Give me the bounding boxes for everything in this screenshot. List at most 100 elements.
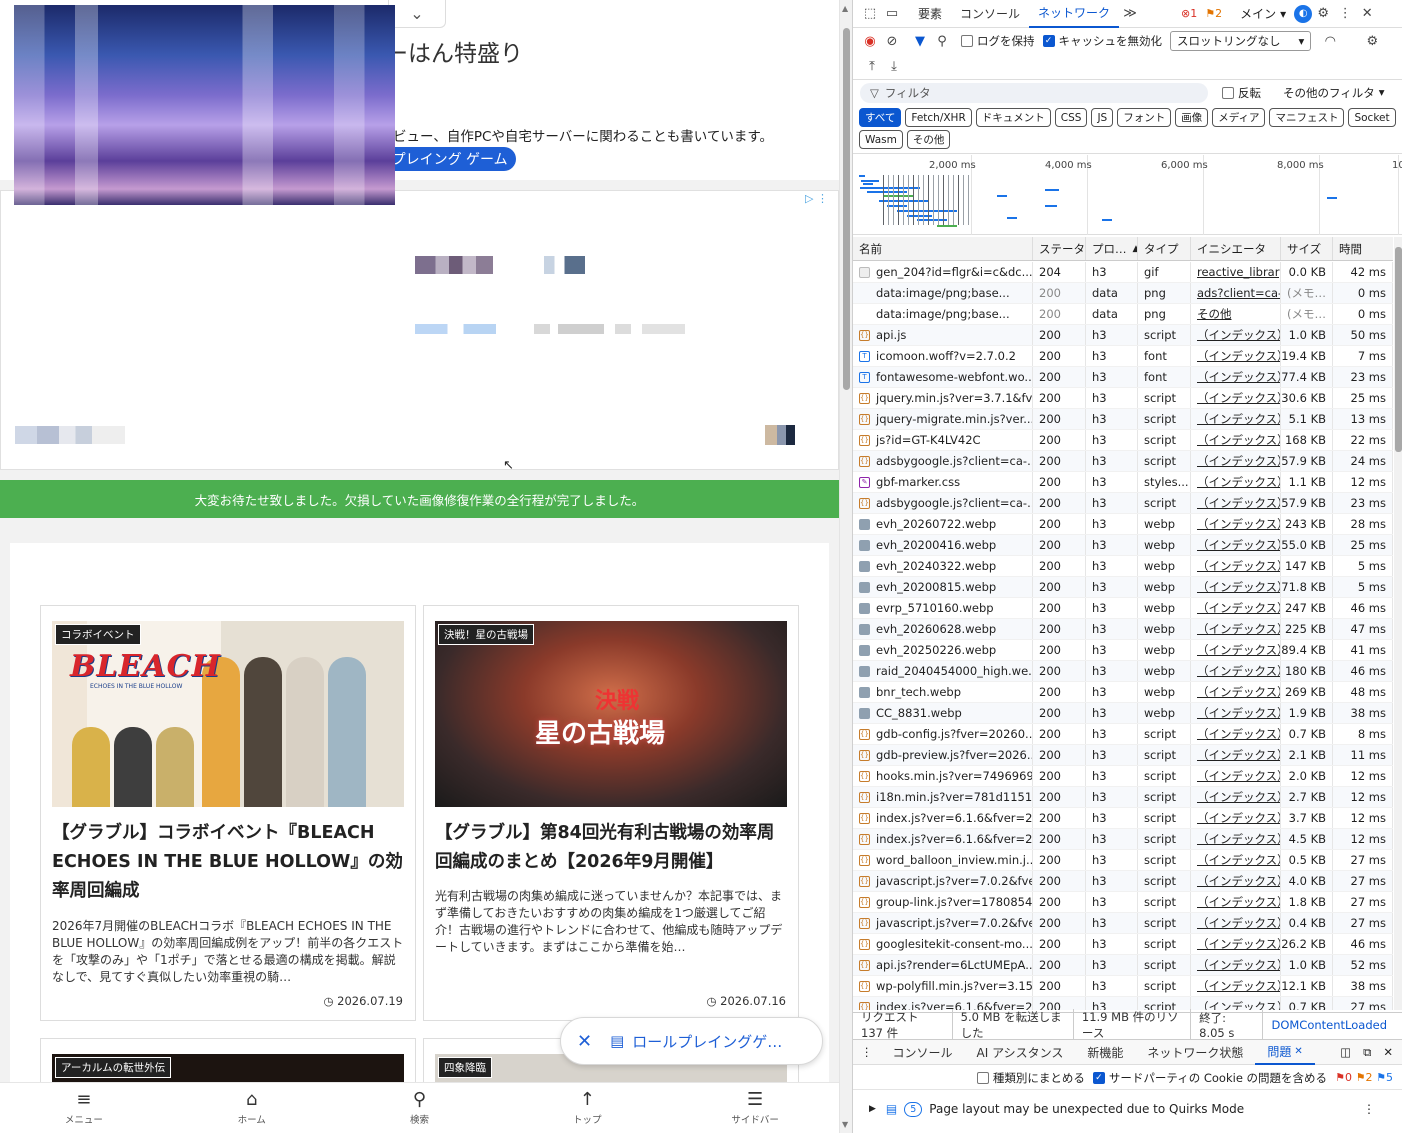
tab-network[interactable]: ネットワーク	[1029, 0, 1120, 28]
request-row[interactable]: evh_20200815.webp 200h3webp（インデックス）:471.8…	[853, 577, 1393, 598]
request-initiator-cell[interactable]: （インデックス）:4	[1191, 514, 1281, 534]
request-name-cell[interactable]: evh_20240322.webp	[853, 556, 1033, 576]
search-icon[interactable]: ⚲	[931, 30, 953, 52]
request-name-cell[interactable]: {} wp-polyfill.min.js?ver=3.15...	[853, 976, 1033, 996]
column-type[interactable]: タイプ	[1138, 237, 1191, 260]
ad-choices-icon[interactable]: ▷ ⋮	[805, 192, 828, 205]
request-initiator-cell[interactable]: （インデックス）:1	[1191, 934, 1281, 954]
article-card[interactable]: 決戦 星の古戦場 決戦！星の古戦場 【グラブル】第84回光有利古戦場の効率周回編…	[423, 605, 799, 1021]
request-name-cell[interactable]: evrp_5710160.webp	[853, 598, 1033, 618]
type-filter-button[interactable]: Wasm	[859, 130, 903, 149]
type-filter-button[interactable]: その他	[906, 130, 951, 149]
dock-icon[interactable]: ◫	[1334, 1045, 1357, 1059]
request-name-cell[interactable]: {} adsbygoogle.js?client=ca-...	[853, 493, 1033, 513]
request-name-cell[interactable]: {} adsbygoogle.js?client=ca-...	[853, 451, 1033, 471]
request-name-cell[interactable]: gen_204?id=flgr&i=c&dc...	[853, 262, 1033, 282]
nav-search[interactable]: ⚲ 検索	[336, 1083, 504, 1133]
request-initiator-cell[interactable]: （インデックス）:1	[1191, 745, 1281, 765]
error-counter[interactable]: ⊗1	[1181, 7, 1197, 20]
nav-sidebar[interactable]: ☰ サイドバー	[671, 1083, 839, 1133]
request-row[interactable]: raid_2040454000_high.we... 200 h3 webp （インデッ…	[853, 661, 1393, 682]
request-row[interactable]: ✎gbf-marker.css200h3styles...（インデックス）:21…	[853, 472, 1393, 493]
request-name-cell[interactable]: {} api.js?render=6LctUMEpA...	[853, 955, 1033, 975]
request-initiator-cell[interactable]: （インデックス）:4	[1191, 577, 1281, 597]
filter-input[interactable]: ▽ フィルタ	[860, 83, 1208, 103]
request-row[interactable]: data:image/png;base... 200 data png ads?clie…	[853, 283, 1393, 304]
request-name-cell[interactable]: data:image/png;base...	[853, 304, 1033, 324]
request-initiator-cell[interactable]: （インデックス）:1	[1191, 724, 1281, 744]
ad-image[interactable]	[14, 5, 395, 205]
request-initiator-cell[interactable]: （インデックス）:5	[1191, 346, 1281, 366]
request-row[interactable]: evh_20260628.webp 200h3webp（インデックス）:5225 …	[853, 619, 1393, 640]
ai-assist-icon[interactable]: ◐	[1294, 4, 1313, 23]
type-filter-button[interactable]: メディア	[1212, 108, 1266, 127]
request-name-cell[interactable]: {} gdb-preview.js?fver=2026...	[853, 745, 1033, 765]
type-filter-button[interactable]: マニフェスト	[1269, 108, 1345, 127]
request-name-cell[interactable]: evh_20200815.webp	[853, 577, 1033, 597]
request-row[interactable]: {} group-link.js?ver=1780854... 200 h3 scrip…	[853, 892, 1393, 913]
request-row[interactable]: {} i18n.min.js?ver=781d1151... 200 h3 script…	[853, 787, 1393, 808]
type-filter-button[interactable]: フォント	[1117, 108, 1172, 127]
invert-checkbox[interactable]: 反転	[1222, 85, 1261, 101]
request-row[interactable]: Ticomoon.woff?v=2.7.0.2200h3font（インデックス）…	[853, 346, 1393, 367]
close-devtools-icon[interactable]: ✕	[1356, 3, 1378, 25]
request-row[interactable]: {} word_balloon_inview.min.j... 200 h3 scrip…	[853, 850, 1393, 871]
request-initiator-cell[interactable]: （インデックス）:5	[1191, 598, 1281, 618]
request-name-cell[interactable]: {} group-link.js?ver=1780854...	[853, 892, 1033, 912]
request-name-cell[interactable]: {} index.js?ver=6.1.6&fver=2...	[853, 808, 1033, 828]
nav-menu[interactable]: ≡ メニュー	[0, 1083, 168, 1133]
request-initiator-cell[interactable]: （インデックス）:6	[1191, 682, 1281, 702]
request-name-cell[interactable]: {} googlesitekit-consent-mo...	[853, 934, 1033, 954]
request-name-cell[interactable]: {} api.js	[853, 325, 1033, 345]
column-status[interactable]: ステータス	[1033, 237, 1086, 260]
request-initiator-cell[interactable]: （インデックス）:5	[1191, 619, 1281, 639]
context-selector[interactable]: メイン ▾	[1240, 5, 1286, 22]
request-row[interactable]: bnr_tech.webp 200h3webp（インデックス）:6269 KB48…	[853, 682, 1393, 703]
device-toggle-icon[interactable]: ▭	[881, 3, 903, 25]
request-row[interactable]: evh_20200416.webp 200h3webp（インデックス）:455.0…	[853, 535, 1393, 556]
request-initiator-cell[interactable]: （インデックス）:1	[1191, 997, 1281, 1010]
drawer-tab-whats-new[interactable]: 新機能	[1075, 1039, 1135, 1065]
request-name-cell[interactable]: {} word_balloon_inview.min.j...	[853, 850, 1033, 870]
tab-console[interactable]: コンソール	[951, 0, 1029, 28]
request-row[interactable]: evrp_5710160.webp 200h3webp（インデックス）:5247 …	[853, 598, 1393, 619]
clear-icon[interactable]: ⊘	[881, 30, 903, 52]
request-initiator-cell[interactable]: （インデックス）:1	[1191, 787, 1281, 807]
request-initiator-cell[interactable]: （インデックス）:5	[1191, 640, 1281, 660]
request-initiator-cell[interactable]: （インデックス）:6	[1191, 661, 1281, 681]
request-initiator-cell[interactable]: reactive_library	[1191, 262, 1281, 282]
export-har-icon[interactable]: ⤓	[883, 56, 905, 78]
column-time[interactable]: 時間	[1333, 237, 1393, 260]
request-initiator-cell[interactable]: （インデックス）:1	[1191, 829, 1281, 849]
page-scrollbar-thumb[interactable]	[843, 28, 850, 390]
request-row[interactable]: evh_20240322.webp 200h3webp（インデックス）:4147 …	[853, 556, 1393, 577]
request-name-cell[interactable]: Tfontawesome-webfont.wo...	[853, 367, 1033, 387]
request-name-cell[interactable]: {} i18n.min.js?ver=781d1151...	[853, 787, 1033, 807]
undock-icon[interactable]: ⧉	[1357, 1045, 1377, 1060]
request-row[interactable]: evh_20250226.webp 200h3webp（インデックス）:589.4…	[853, 640, 1393, 661]
type-filter-button[interactable]: Socket	[1348, 108, 1396, 127]
request-row[interactable]: CC_8831.webp 200h3webp（インデックス）:11.9 KB38 …	[853, 703, 1393, 724]
type-filter-button[interactable]: Fetch/XHR	[905, 108, 972, 127]
request-table-scrollbar-thumb[interactable]	[1395, 247, 1402, 452]
checkbox-box[interactable]	[976, 1071, 989, 1084]
issue-item[interactable]: ▶ ▤ 5 Page layout may be unexpected due …	[853, 1096, 1402, 1122]
request-initiator-cell[interactable]: （インデックス）:1	[1191, 409, 1281, 429]
tab-elements[interactable]: 要素	[909, 0, 951, 28]
request-name-cell[interactable]: {} javascript.js?ver=7.0.2&fve...	[853, 913, 1033, 933]
request-row[interactable]: {} index.js?ver=6.1.6&fver=2... 200 h3 scrip…	[853, 808, 1393, 829]
request-initiator-cell[interactable]: （インデックス）:1	[1191, 703, 1281, 723]
floating-category-pill[interactable]: ✕ ▤ ロールプレイングゲ…	[560, 1017, 823, 1065]
request-name-cell[interactable]: {} hooks.min.js?ver=7496969...	[853, 766, 1033, 786]
request-initiator-cell[interactable]: （インデックス）:1	[1191, 388, 1281, 408]
request-name-cell[interactable]: ✎ gbf-marker.css	[853, 472, 1033, 492]
inspect-icon[interactable]: ⬚	[859, 3, 881, 25]
checkbox-box[interactable]	[1222, 87, 1234, 99]
request-row[interactable]: data:image/png;base... 200 data png その他 (メモ… 0…	[853, 304, 1393, 325]
group-by-kind-checkbox[interactable]: 種類別にまとめる	[976, 1070, 1085, 1086]
request-name-cell[interactable]: {} javascript.js?ver=7.0.2&fve...	[853, 871, 1033, 891]
request-row[interactable]: Tfontawesome-webfont.wo... 200 h3 font （インデッ…	[853, 367, 1393, 388]
request-initiator-cell[interactable]: （インデックス）:5	[1191, 367, 1281, 387]
request-name-cell[interactable]: {} js?id=GT-K4LV42C	[853, 430, 1033, 450]
request-row[interactable]: {} index.js?ver=6.1.6&fver=2... 200 h3 scrip…	[853, 829, 1393, 850]
